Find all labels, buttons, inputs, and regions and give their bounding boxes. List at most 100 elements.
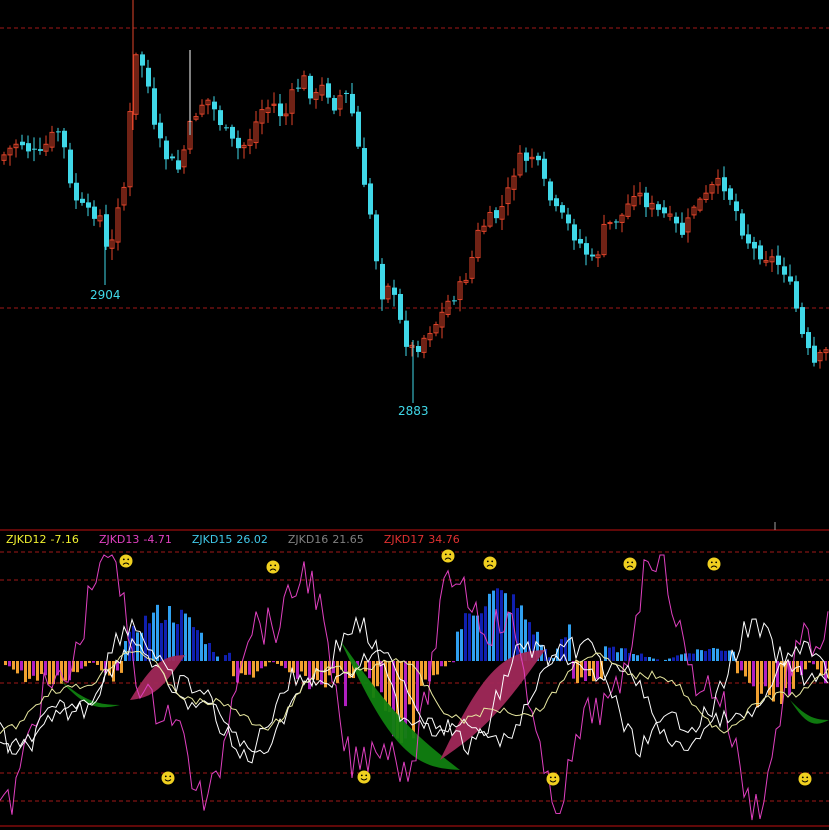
histogram-bar — [516, 608, 519, 661]
histogram-bar — [648, 657, 651, 661]
histogram-bar — [336, 661, 339, 683]
histogram-bar — [136, 632, 139, 661]
candle-body — [230, 126, 235, 139]
low-label: 2904 — [90, 288, 121, 302]
smile-icon — [546, 772, 560, 786]
candle-body — [674, 216, 679, 224]
histogram-bar — [436, 661, 439, 675]
histogram-bar — [232, 661, 235, 677]
histogram-bar — [720, 650, 723, 661]
candle-body — [308, 75, 313, 99]
legend-zjkd15: ZJKD15 26.02 — [191, 533, 268, 546]
histogram-bar — [76, 661, 79, 673]
histogram-bar — [456, 631, 459, 661]
histogram-bar — [440, 661, 443, 667]
histogram-bar — [96, 661, 99, 665]
candle-body — [536, 155, 541, 161]
histogram-bar — [252, 661, 255, 678]
histogram-bar — [8, 661, 11, 667]
candle-body — [590, 254, 595, 257]
candle-body — [56, 131, 61, 133]
candle-body — [416, 346, 421, 352]
candle-body — [578, 238, 583, 244]
histogram-bar — [196, 630, 199, 661]
candle-body — [800, 307, 805, 335]
histogram-bar — [32, 661, 35, 676]
smile-icon — [161, 771, 175, 785]
candle-body — [176, 160, 181, 170]
candle-body — [212, 101, 217, 110]
histogram-bar — [632, 654, 635, 661]
histogram-bar — [716, 648, 719, 661]
histogram-bar — [148, 623, 151, 661]
candle-body — [662, 207, 667, 214]
smile-icon — [357, 770, 371, 784]
histogram-bar — [668, 658, 671, 661]
trend-band — [60, 680, 120, 708]
candle-body — [62, 130, 67, 148]
histogram-bar — [12, 661, 15, 670]
frown-icon — [266, 560, 280, 574]
histogram-bar — [700, 650, 703, 661]
candle-body — [398, 293, 403, 320]
histogram-bar — [652, 658, 655, 661]
candle-body — [296, 87, 301, 89]
histogram-bar — [288, 661, 291, 673]
histogram-bar — [672, 657, 675, 661]
histogram-bar — [200, 632, 203, 661]
histogram-bar — [264, 661, 267, 667]
histogram-bar — [688, 653, 691, 661]
candle-body — [782, 266, 787, 275]
histogram-bar — [212, 651, 215, 661]
histogram-bar — [300, 661, 303, 672]
histogram-bar — [680, 654, 683, 661]
candle-body — [554, 198, 559, 207]
legend-zjkd13: ZJKD13 -4.71 — [98, 533, 172, 546]
histogram-bar — [188, 617, 191, 661]
chart-canvas: 2904 2883 — [0, 0, 829, 827]
histogram-bar — [48, 661, 51, 685]
candle-body — [218, 110, 223, 126]
frown-icon — [707, 557, 721, 571]
histogram-bar — [156, 604, 159, 661]
histogram-bar — [304, 661, 307, 676]
frown-icon — [441, 549, 455, 563]
candle-body — [326, 83, 331, 98]
histogram-bar — [256, 661, 259, 672]
histogram-bar — [616, 652, 619, 661]
histogram-bar — [488, 593, 491, 661]
histogram-bar — [364, 661, 367, 672]
histogram-bar — [272, 661, 275, 663]
histogram-bar — [568, 624, 571, 661]
candle-body — [80, 198, 85, 203]
candle-body — [548, 181, 553, 201]
histogram-bar — [656, 659, 659, 661]
indicator-legend: ZJKD12 -7.16 ZJKD13 -4.71 ZJKD15 26.02 ZJKD… — [6, 533, 480, 547]
histogram-bar — [276, 661, 279, 664]
histogram-bar — [376, 661, 379, 687]
candle-body — [607, 222, 613, 225]
histogram-bar — [620, 648, 623, 661]
histogram-bar — [172, 622, 175, 661]
histogram-bar — [808, 661, 811, 663]
histogram-bar — [580, 661, 583, 678]
histogram-bar — [80, 661, 83, 669]
histogram-bar — [204, 644, 207, 661]
histogram-bar — [676, 655, 679, 661]
histogram-bar — [692, 653, 695, 661]
histogram-bar — [584, 661, 587, 681]
histogram-bar — [228, 652, 231, 661]
histogram-bar — [268, 661, 271, 663]
candle-body — [404, 320, 409, 347]
candle-body — [524, 152, 529, 161]
legend-zjkd16: ZJKD16 21.65 — [287, 533, 364, 546]
candle-body — [644, 192, 649, 208]
candle-body — [728, 188, 733, 200]
histogram-bar — [84, 661, 87, 667]
histogram-bar — [816, 661, 819, 670]
histogram-bar — [248, 661, 251, 675]
histogram-bar — [644, 656, 647, 661]
frown-icon — [623, 557, 637, 571]
candle-body — [38, 149, 43, 151]
histogram-bar — [664, 659, 667, 661]
